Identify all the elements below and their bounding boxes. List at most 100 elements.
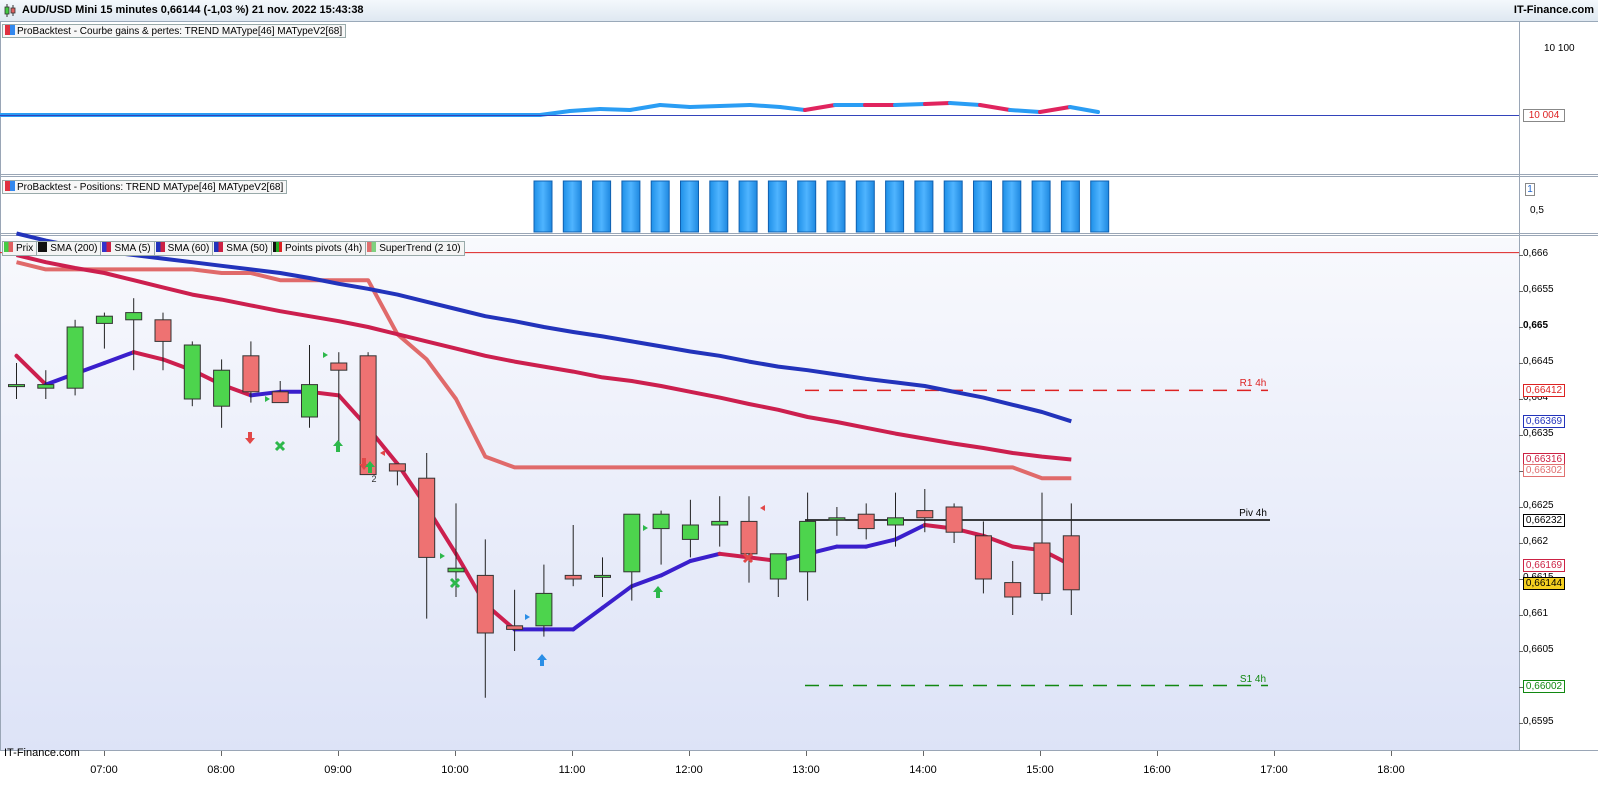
signal-count-label: 2 [371,474,376,484]
candle-body [916,510,934,519]
price-legend: Prix SMA (200) SMA (5) SMA (60) SMA (50)… [2,241,465,256]
position-bar [914,180,934,233]
time-label: 12:00 [675,764,703,776]
price-value-tag: 0,66169 [1523,559,1565,573]
equity-segment [923,101,952,106]
piv-label: Piv 4h [1239,508,1267,519]
candle-body [535,592,553,627]
r1-label: R1 4h [1240,378,1267,389]
position-bar [562,180,582,233]
position-bar [1002,180,1022,233]
brand-label: IT-Finance.com [1513,4,1594,16]
candle-body [506,625,524,630]
legend-item-supertrend[interactable]: SuperTrend (2 10) [365,241,465,256]
candle-body [359,355,377,476]
position-bar [533,180,553,233]
position-bar [680,180,699,233]
position-bar [1031,180,1051,233]
candle-body [623,513,641,573]
candle-body [66,326,84,389]
candle-body [887,517,904,526]
legend-swatch-icon [5,181,15,191]
candle-body [95,315,113,324]
legend-item-sma60[interactable]: SMA (60) [153,241,214,256]
candle-body [418,477,436,558]
position-bar [621,180,641,233]
price-axis-label: 0,662 [1523,536,1549,547]
equity-segment [658,103,692,109]
legend-item-sma5[interactable]: SMA (5) [100,241,155,256]
candle-body [857,513,875,530]
legend-item-sma200[interactable]: SMA (200) [36,241,102,256]
price-axis-label: 0,666 [1523,248,1549,259]
candle-body [681,524,699,540]
legend-item-pivots[interactable]: Points pivots (4h) [270,241,367,256]
position-bar [885,180,905,233]
candle-body [769,553,787,580]
price-axis-label: 0,6645 [1523,356,1554,367]
position-bar [1060,180,1080,233]
time-label: 14:00 [909,764,937,776]
equity-segment [893,102,927,107]
candle-body [154,319,172,342]
chart-canvas[interactable]: R1 4h Piv 4h S1 4h 2 [0,22,1598,787]
position-bar [709,180,729,233]
candle-body [388,463,406,472]
sma50-swatch-icon [214,242,224,252]
time-label: 15:00 [1026,764,1054,776]
equity-legend[interactable]: ProBacktest - Courbe gains & pertes: TRE… [2,24,347,38]
time-label: 09:00 [324,764,352,776]
position-bar [592,180,612,233]
equity-segment [1008,108,1042,114]
legend-swatch-icon [5,25,15,35]
watermark: IT-Finance.com [4,747,80,759]
time-label: 17:00 [1260,764,1288,776]
candle-body [301,384,318,418]
candle-body [330,362,348,371]
position-bar [797,180,817,233]
position-bar [826,180,846,233]
pivots-swatch-icon [272,242,282,252]
position-bar [943,180,963,233]
legend-item-prix[interactable]: Prix [2,241,38,256]
candle-body [476,574,494,634]
candle-body [974,535,992,580]
price-panel-background [1,238,1519,750]
price-value-tag: 0,66302 [1523,463,1565,477]
position-bar [767,180,787,233]
sma200-swatch-icon [38,242,48,252]
equity-segment [748,103,782,109]
equity-segment [718,103,752,108]
supertrend-swatch-icon [367,242,377,252]
time-label: 11:00 [558,764,586,776]
candles-swatch-icon [4,242,13,252]
sma60-swatch-icon [155,242,165,252]
price-value-tag: 0,66002 [1523,679,1565,693]
candle-body [125,312,143,321]
price-axis-label: 0,6635 [1523,428,1554,439]
candle-body [242,355,260,393]
equity-segment [688,104,722,109]
candle [359,352,377,476]
legend-item-sma50[interactable]: SMA (50) [212,241,272,256]
price-axis-label: 0,665 [1523,320,1549,331]
candle [66,319,84,396]
equity-segment [568,107,602,113]
s1-label: S1 4h [1240,674,1266,685]
positions-legend[interactable]: ProBacktest - Positions: TREND MAType[46… [2,180,288,194]
candle-body [945,506,963,533]
candle-body [1033,542,1051,594]
equity-segment [948,101,982,107]
price-axis-label: 0,6605 [1523,644,1554,655]
candle-body [1062,535,1080,591]
candle-body [213,369,231,407]
price-value-tag: 0,66144 [1523,577,1565,591]
candle-body [711,520,729,526]
time-label: 08:00 [207,764,235,776]
position-bar [973,180,992,233]
price-value-tag: 0,66369 [1523,415,1565,429]
candle-body [183,344,201,400]
equity-segment [598,107,632,112]
time-label: 13:00 [792,764,820,776]
candle-body [652,513,670,530]
